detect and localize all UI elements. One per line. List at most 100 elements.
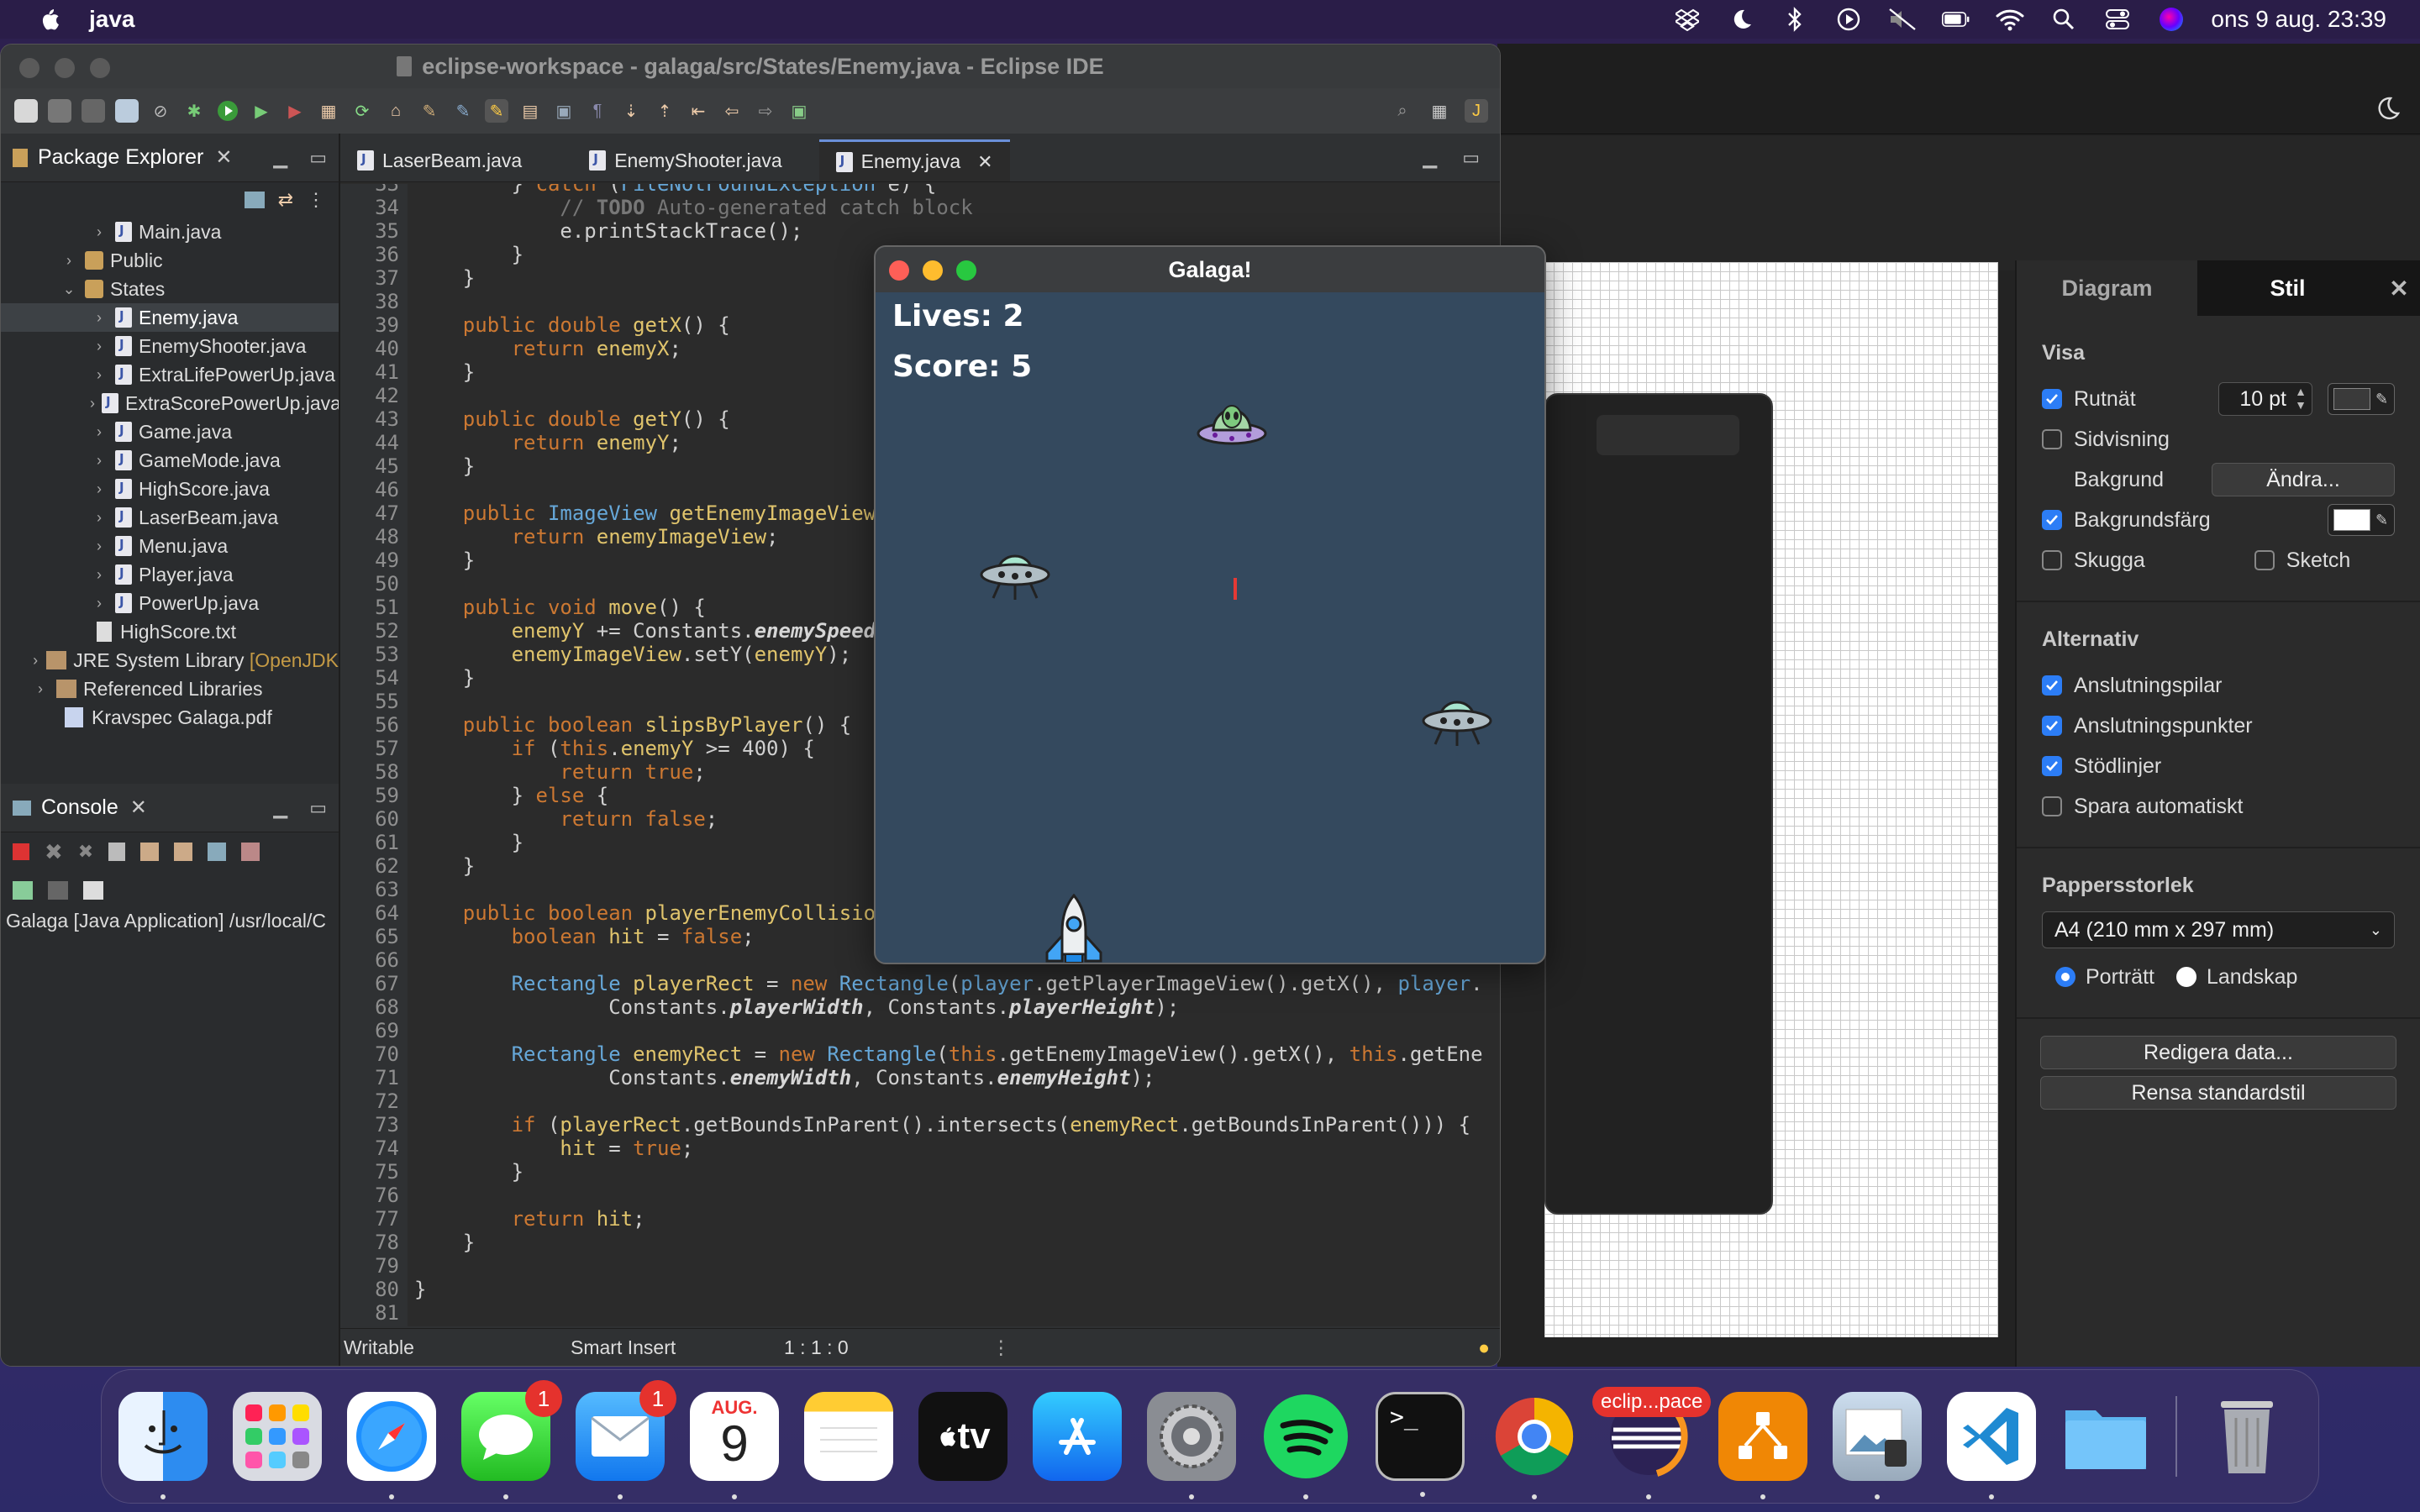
- dock-messages[interactable]: 1: [461, 1380, 562, 1499]
- tree-item[interactable]: ›ExtraLifePowerUp.java: [1, 360, 339, 389]
- chevron-right-icon[interactable]: ›: [31, 652, 39, 669]
- tab-diagram[interactable]: Diagram: [2017, 260, 2197, 316]
- lightbulb-icon[interactable]: ●: [1478, 1336, 1490, 1359]
- tab-style[interactable]: Stil: [2197, 260, 2378, 316]
- chevron-right-icon[interactable]: ›: [90, 223, 108, 241]
- next-annotation-icon[interactable]: ⇣: [619, 99, 643, 123]
- tree-item[interactable]: ›Player.java: [1, 560, 339, 589]
- change-background-button[interactable]: Ändra...: [2212, 463, 2395, 496]
- dock-mail[interactable]: 1: [576, 1380, 676, 1499]
- zoom-window-button[interactable]: [90, 58, 110, 78]
- show-on-output-icon[interactable]: [208, 843, 227, 861]
- pin-editor-icon[interactable]: ▣: [787, 99, 811, 123]
- tree-item[interactable]: ›ExtraScorePowerUp.java: [1, 389, 339, 417]
- grid-size-input[interactable]: 10 pt ▲ ▼: [2218, 382, 2312, 416]
- chevron-right-icon[interactable]: ›: [90, 452, 108, 470]
- maximize-icon[interactable]: ▭: [309, 797, 327, 819]
- tree-item[interactable]: ›EnemyShooter.java: [1, 332, 339, 360]
- tree-item[interactable]: ›Main.java: [1, 218, 339, 246]
- dock-terminal[interactable]: >_: [1376, 1392, 1465, 1497]
- minimize-window-button[interactable]: [923, 260, 943, 281]
- tree-item[interactable]: ⌄ States: [1, 275, 339, 303]
- debug-icon[interactable]: ✱: [182, 99, 206, 123]
- package-explorer-tab[interactable]: Package Explorer ✕ ▁ ▭: [1, 134, 339, 182]
- eyedropper-icon[interactable]: ✎: [2375, 512, 2388, 529]
- terminate-icon[interactable]: [13, 843, 29, 860]
- console-output[interactable]: Galaga [Java Application] /usr/local/C: [1, 910, 339, 932]
- minimize-window-button[interactable]: [55, 58, 75, 78]
- minimize-icon[interactable]: ▁: [1423, 147, 1437, 169]
- eyedropper-icon[interactable]: ✎: [2375, 391, 2388, 408]
- link-editor-icon[interactable]: ⇄: [278, 189, 293, 211]
- close-window-button[interactable]: [19, 58, 39, 78]
- now-playing-icon[interactable]: [1834, 5, 1863, 34]
- apple-icon[interactable]: [32, 6, 66, 33]
- dock-safari[interactable]: [347, 1392, 436, 1499]
- last-edit-icon[interactable]: ⇤: [687, 99, 710, 123]
- clear-console-icon[interactable]: [108, 843, 126, 861]
- guides-checkbox[interactable]: [2042, 756, 2062, 776]
- tree-item[interactable]: ›GameMode.java: [1, 446, 339, 475]
- tree-item[interactable]: › JRE System Library [OpenJDK: [1, 646, 339, 675]
- dock-trash[interactable]: [2202, 1392, 2291, 1481]
- save-icon[interactable]: [48, 99, 71, 123]
- chevron-right-icon[interactable]: ›: [90, 366, 108, 384]
- chevron-right-icon[interactable]: ›: [90, 423, 108, 441]
- maximize-icon[interactable]: ▭: [1462, 147, 1480, 169]
- edit-data-button[interactable]: Redigera data...: [2040, 1036, 2396, 1069]
- chevron-right-icon[interactable]: ›: [90, 480, 108, 498]
- dock-system-settings[interactable]: [1147, 1392, 1236, 1499]
- maximize-icon[interactable]: ▭: [309, 147, 327, 169]
- tree-item[interactable]: ›HighScore.java: [1, 475, 339, 503]
- points-checkbox[interactable]: [2042, 716, 2062, 736]
- java-perspective-icon[interactable]: J: [1465, 99, 1488, 123]
- diagram-canvas[interactable]: [1544, 262, 1998, 1337]
- chevron-down-icon[interactable]: ⌄: [60, 281, 78, 298]
- show-on-error-icon[interactable]: [241, 843, 260, 861]
- moon-icon[interactable]: [1727, 5, 1755, 34]
- chevron-right-icon[interactable]: ›: [60, 252, 78, 270]
- scroll-lock-icon[interactable]: [140, 843, 160, 861]
- chevron-right-icon[interactable]: ›: [90, 566, 108, 584]
- chevron-right-icon[interactable]: ›: [90, 395, 95, 412]
- back-arrow-icon[interactable]: ⇦: [720, 99, 744, 123]
- word-wrap-icon[interactable]: ▣: [552, 99, 576, 123]
- minimize-icon[interactable]: ▁: [273, 147, 287, 169]
- tree-item[interactable]: HighScore.txt: [1, 617, 339, 646]
- autosave-checkbox[interactable]: [2042, 796, 2062, 816]
- grid-checkbox[interactable]: [2042, 389, 2062, 409]
- clock[interactable]: ons 9 aug. 23:39: [2211, 6, 2386, 33]
- open-perspective-icon[interactable]: ▦: [1428, 99, 1451, 123]
- chevron-right-icon[interactable]: ›: [90, 309, 108, 327]
- chevron-right-icon[interactable]: ›: [31, 680, 50, 698]
- forward-arrow-icon[interactable]: ⇨: [754, 99, 777, 123]
- open-type-icon[interactable]: ⌂: [384, 99, 408, 123]
- wifi-icon[interactable]: [1996, 5, 2024, 34]
- tab-laserbeam[interactable]: LaserBeam.java: [340, 139, 539, 181]
- dock-eclipse[interactable]: eclip...pace: [1592, 1387, 1712, 1499]
- dock-downloads-folder[interactable]: [2061, 1392, 2150, 1481]
- paper-size-select[interactable]: A4 (210 mm x 297 mm) ⌄: [2042, 911, 2395, 948]
- view-menu-icon[interactable]: ⋮: [307, 189, 325, 211]
- tree-item[interactable]: ›LaserBeam.java: [1, 503, 339, 532]
- tab-enemy[interactable]: Enemy.java✕: [818, 139, 1010, 181]
- toggle-mark-icon[interactable]: ✎: [451, 99, 475, 123]
- tree-item[interactable]: ›Menu.java: [1, 532, 339, 560]
- portrait-radio[interactable]: [2055, 967, 2075, 987]
- new-icon[interactable]: [14, 99, 38, 123]
- control-center-icon[interactable]: [2103, 5, 2132, 34]
- run-icon[interactable]: [216, 99, 239, 123]
- dock-vscode[interactable]: [1947, 1392, 2036, 1499]
- terminal-icon[interactable]: [115, 99, 139, 123]
- search-icon[interactable]: ✎: [418, 99, 441, 123]
- close-icon[interactable]: ✕: [130, 795, 147, 820]
- battery-icon[interactable]: [1942, 5, 1970, 34]
- save-all-icon[interactable]: [82, 99, 105, 123]
- chevron-right-icon[interactable]: ›: [90, 595, 108, 612]
- refresh-icon[interactable]: ⟳: [350, 99, 374, 123]
- background-color-checkbox[interactable]: [2042, 510, 2062, 530]
- pin-console-icon[interactable]: [13, 881, 33, 900]
- close-window-button[interactable]: [889, 260, 909, 281]
- page-view-checkbox[interactable]: [2042, 429, 2062, 449]
- diagram-shape-inner[interactable]: [1597, 415, 1739, 455]
